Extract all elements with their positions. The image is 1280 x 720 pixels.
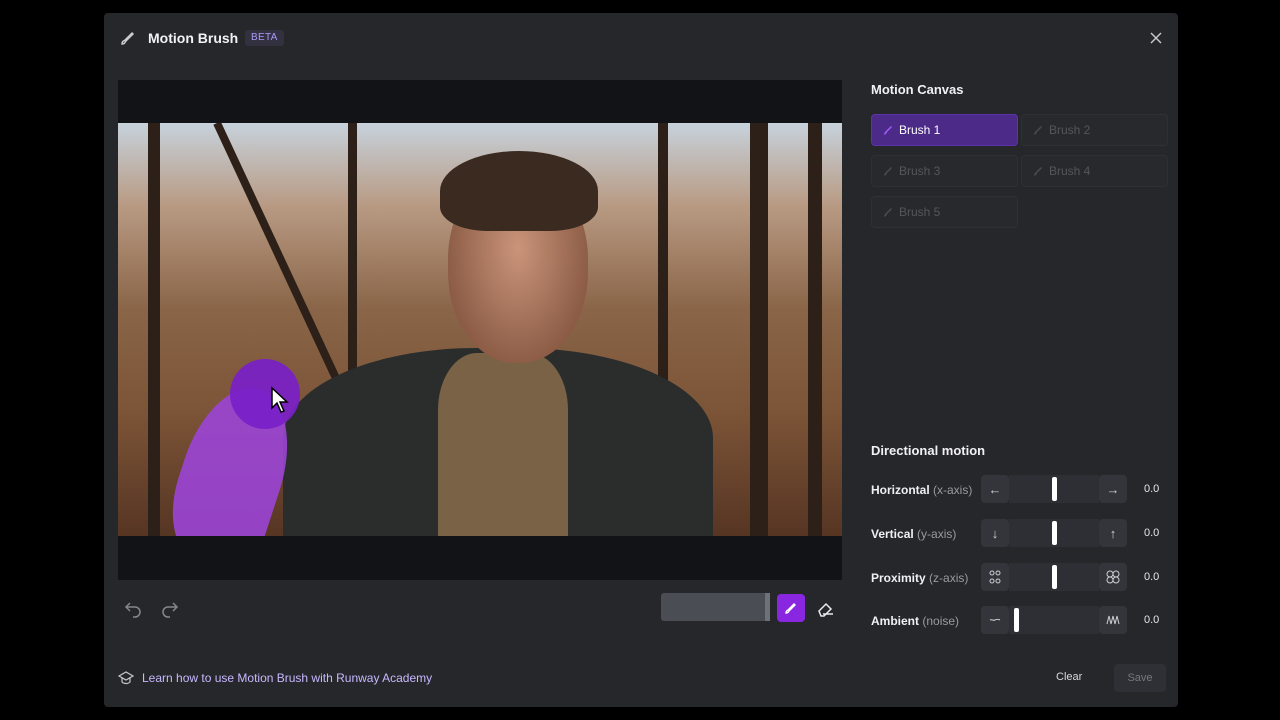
motion-brush-dialog: Motion Brush BETA Motion Canvas Brush 1 … — [104, 13, 1178, 707]
academy-link[interactable]: Learn how to use Motion Brush with Runwa… — [118, 671, 432, 685]
brush-color-icon — [884, 125, 892, 135]
brush-icon — [884, 166, 892, 176]
mouse-pointer-icon — [271, 386, 289, 413]
brush-3-button[interactable]: Brush 3 — [871, 155, 1018, 187]
horizontal-label: Horizontal (x-axis) — [871, 483, 973, 497]
directional-motion-title: Directional motion — [871, 443, 986, 458]
slider-thumb[interactable] — [1052, 565, 1057, 589]
horizontal-value: 0.0 — [1144, 483, 1160, 495]
brush-label: Brush 1 — [899, 123, 941, 137]
arrow-down-icon[interactable]: ↓ — [981, 519, 1009, 547]
vertical-label: Vertical (y-axis) — [871, 527, 957, 541]
brush-2-button[interactable]: Brush 2 — [1021, 114, 1168, 146]
brush-size-slider[interactable] — [661, 593, 769, 621]
brush-1-button[interactable]: Brush 1 — [871, 114, 1018, 146]
brush-icon — [884, 207, 892, 217]
brush-label: Brush 5 — [899, 205, 941, 219]
brush-label: Brush 4 — [1049, 164, 1091, 178]
motion-canvas-area[interactable] — [118, 80, 842, 580]
slider-thumb[interactable] — [1052, 477, 1057, 501]
paint-brush-icon — [785, 603, 796, 614]
paint-brush-icon — [121, 31, 135, 45]
brush-5-button[interactable]: Brush 5 — [871, 196, 1018, 228]
motion-canvas-title: Motion Canvas — [871, 82, 964, 97]
arrow-up-icon[interactable]: ↑ — [1099, 519, 1127, 547]
save-button[interactable]: Save — [1114, 664, 1166, 692]
beta-badge: BETA — [245, 30, 284, 46]
brush-icon — [1034, 125, 1042, 135]
vertical-value: 0.0 — [1144, 527, 1160, 539]
wave-icon[interactable] — [1099, 606, 1127, 634]
flat-line-icon[interactable] — [981, 606, 1009, 634]
zoom-in-icon[interactable] — [1099, 563, 1127, 591]
zoom-out-icon[interactable] — [981, 563, 1009, 591]
ambient-label: Ambient (noise) — [871, 614, 960, 628]
slider-thumb[interactable] — [1052, 521, 1057, 545]
source-image — [118, 123, 842, 536]
brush-label: Brush 3 — [899, 164, 941, 178]
brush-tool-button[interactable] — [777, 594, 805, 622]
ambient-slider[interactable] — [1009, 606, 1099, 634]
undo-icon[interactable] — [122, 597, 144, 619]
vertical-slider[interactable] — [1009, 519, 1099, 547]
graduation-cap-icon — [118, 671, 134, 685]
proximity-value: 0.0 — [1144, 571, 1160, 583]
dialog-title: Motion Brush — [148, 30, 239, 46]
redo-icon[interactable] — [159, 597, 181, 619]
slider-thumb[interactable] — [1014, 608, 1019, 632]
arrow-left-icon[interactable]: ← — [981, 475, 1009, 503]
brush-label: Brush 2 — [1049, 123, 1091, 137]
proximity-label: Proximity (z-axis) — [871, 571, 969, 585]
close-icon[interactable] — [1148, 30, 1164, 46]
brush-4-button[interactable]: Brush 4 — [1021, 155, 1168, 187]
clear-button[interactable]: Clear — [1056, 671, 1082, 683]
brush-icon — [1034, 166, 1042, 176]
eraser-icon[interactable] — [816, 598, 836, 618]
proximity-slider[interactable] — [1009, 563, 1099, 591]
brush-size-handle[interactable] — [765, 593, 770, 621]
ambient-value: 0.0 — [1144, 614, 1160, 626]
horizontal-slider[interactable] — [1009, 475, 1099, 503]
academy-link-label: Learn how to use Motion Brush with Runwa… — [142, 671, 433, 685]
arrow-right-icon[interactable]: → — [1099, 475, 1127, 503]
dialog-header: Motion Brush BETA — [104, 13, 1178, 63]
